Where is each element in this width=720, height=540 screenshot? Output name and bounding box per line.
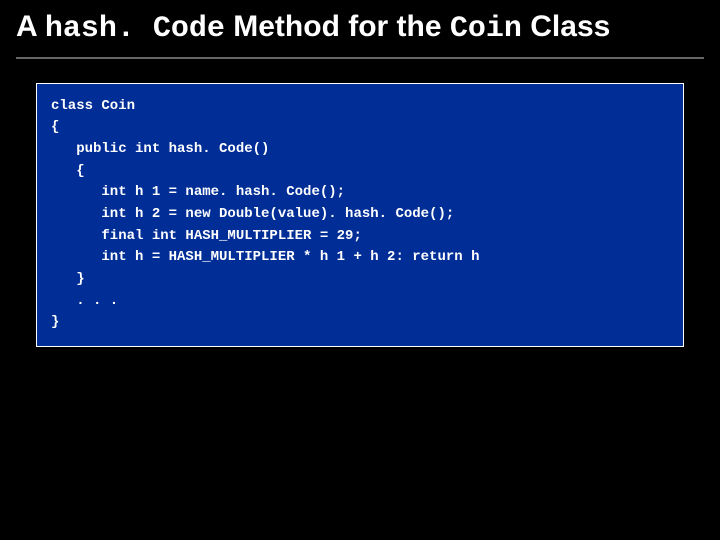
code-block: class Coin { public int hash. Code() { i… (36, 83, 684, 348)
title-code-coin: Coin (450, 12, 522, 46)
title-text-pre: A (16, 10, 45, 43)
slide-title: A hash. Code Method for the Coin Class (16, 8, 704, 59)
title-code-hashcode: hash. Code (45, 12, 225, 46)
slide: A hash. Code Method for the Coin Class c… (0, 0, 720, 540)
title-text-mid: Method for the (225, 10, 450, 43)
title-text-post: Class (522, 10, 610, 43)
